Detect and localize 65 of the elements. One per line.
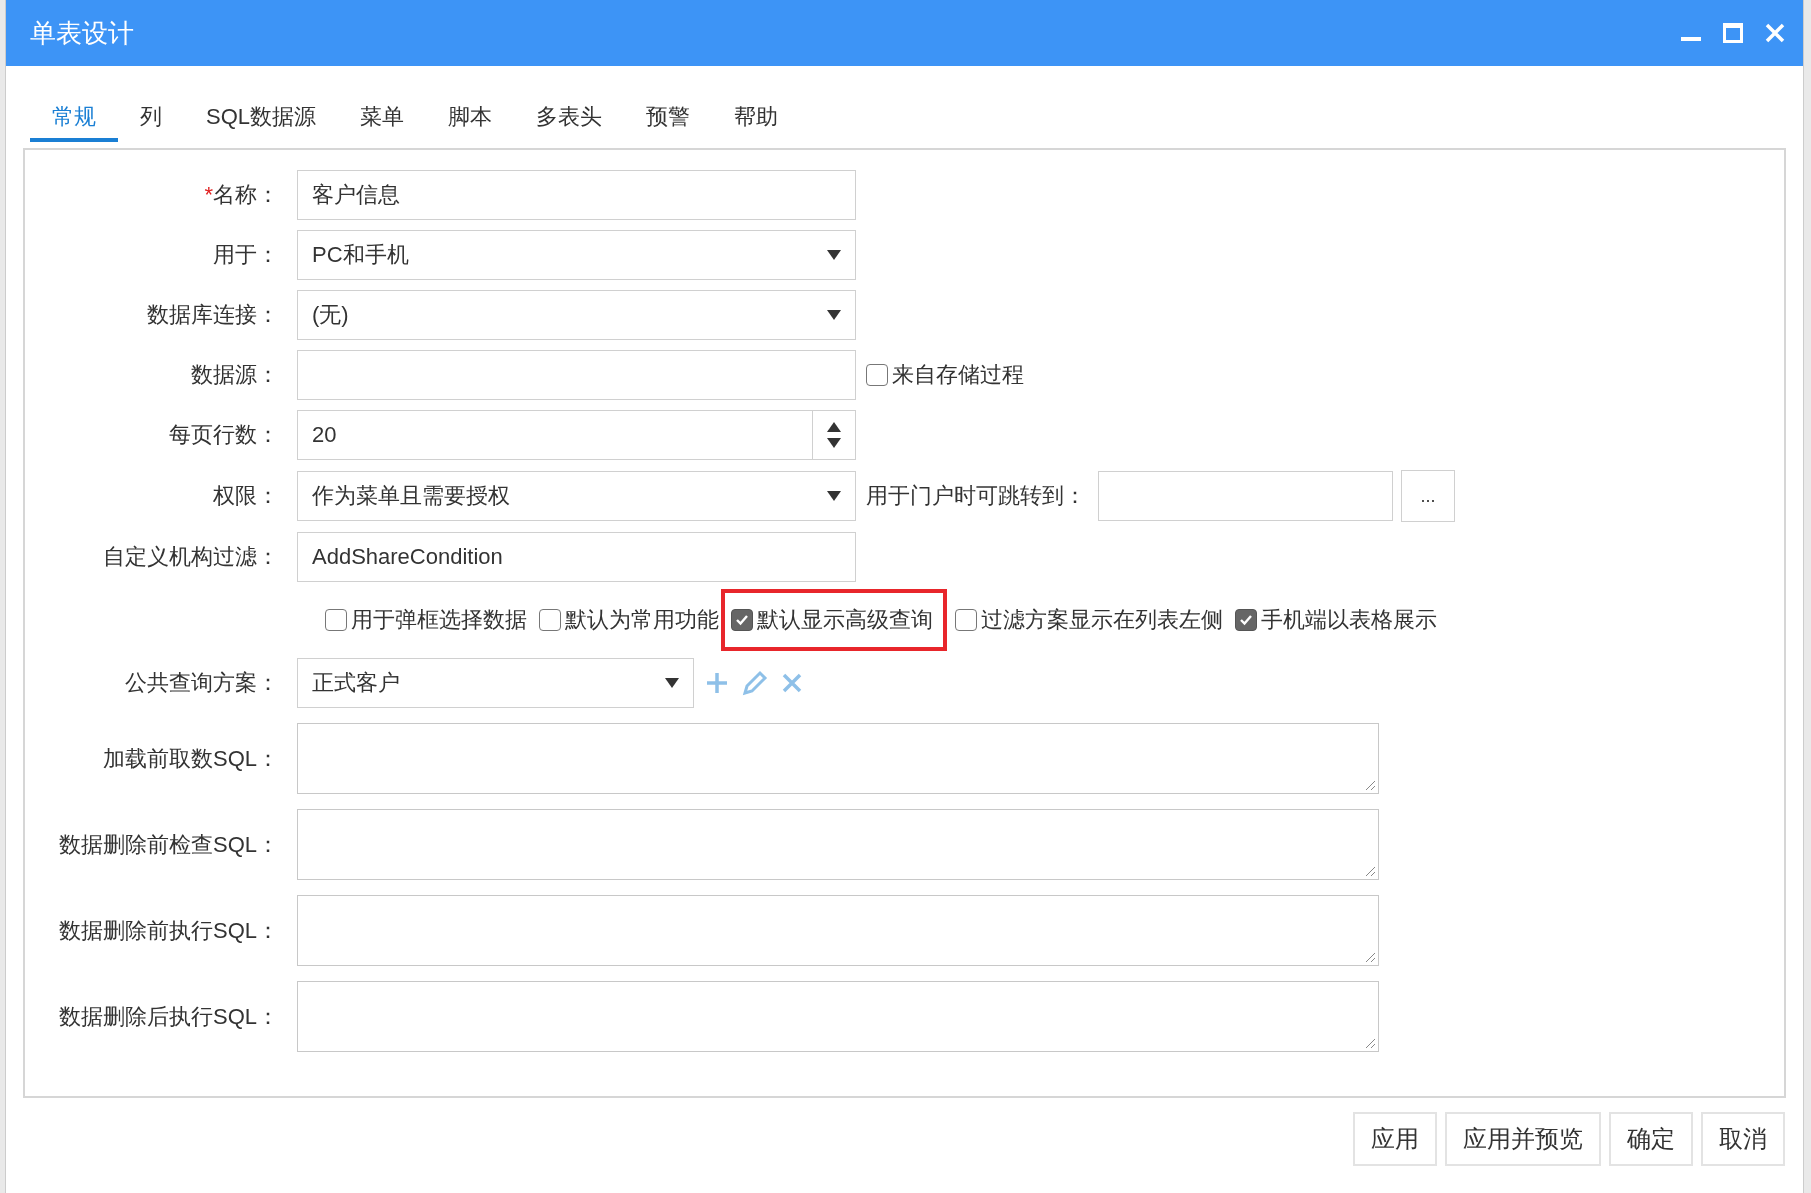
field-label: 每页行数： [168, 421, 280, 449]
dropdown-caret-icon [827, 491, 841, 501]
tab[interactable]: 列 [118, 96, 184, 142]
dialog-button[interactable]: 确定 [1609, 1112, 1693, 1166]
increment-icon[interactable] [827, 422, 841, 432]
select-field[interactable]: 正式客户 [297, 658, 694, 708]
close-icon[interactable] [1765, 23, 1785, 43]
delete-icon[interactable] [782, 673, 802, 693]
field-label: 数据删除前检查SQL： [57, 830, 280, 859]
field-label: 用于门户时可跳转到： [866, 482, 1086, 510]
check-mark-icon [1239, 613, 1253, 627]
checkbox-label: 过滤方案显示在列表左侧 [981, 606, 1223, 634]
number-field[interactable]: 20 [297, 410, 856, 460]
field-label: 数据删除后执行SQL： [57, 1002, 280, 1031]
resize-grip-icon[interactable] [1364, 865, 1376, 877]
browse-button[interactable]: ... [1401, 470, 1455, 522]
dialog-button[interactable]: 取消 [1701, 1112, 1785, 1166]
dialog-button[interactable]: 应用并预览 [1445, 1112, 1601, 1166]
field-label: 公共查询方案： [124, 669, 280, 697]
input-field[interactable] [297, 350, 856, 400]
checkbox[interactable] [325, 609, 347, 631]
checkbox-label: 用于弹框选择数据 [351, 606, 527, 634]
checkbox-label: 默认为常用功能 [565, 606, 719, 634]
dialog-button[interactable]: 应用 [1353, 1112, 1437, 1166]
resize-grip-icon[interactable] [1364, 779, 1376, 791]
checkbox[interactable] [1235, 609, 1257, 631]
dropdown-caret-icon [827, 250, 841, 260]
resize-grip-icon[interactable] [1364, 1037, 1376, 1049]
input-field[interactable]: 客户信息 [297, 170, 856, 220]
tab[interactable]: 预警 [624, 96, 713, 142]
add-icon[interactable] [706, 672, 728, 694]
tab[interactable]: SQL数据源 [184, 96, 339, 142]
window-title: 单表设计 [30, 16, 135, 50]
field-label: 加载前取数SQL： [101, 744, 280, 773]
decrement-icon[interactable] [827, 438, 841, 448]
tab[interactable]: 常规 [30, 96, 118, 142]
dropdown-caret-icon [827, 310, 841, 320]
tab[interactable]: 脚本 [426, 96, 515, 142]
maximize-icon[interactable] [1723, 23, 1743, 43]
select-field[interactable]: PC和手机 [297, 230, 856, 280]
input-field[interactable] [1098, 471, 1393, 521]
checkbox[interactable] [539, 609, 561, 631]
field-label: 数据删除前执行SQL： [57, 916, 280, 945]
tab[interactable]: 菜单 [338, 96, 427, 142]
field-label: 自定义机构过滤： [102, 543, 280, 571]
field-label: 用于： [212, 241, 280, 269]
select-field[interactable]: (无) [297, 290, 856, 340]
field-label: 数据源： [190, 361, 280, 389]
resize-grip-icon[interactable] [1364, 951, 1376, 963]
tab[interactable]: 帮助 [712, 96, 801, 142]
tab[interactable]: 多表头 [514, 96, 625, 142]
checkbox-label: 来自存储过程 [892, 361, 1024, 389]
field-label: *名称： [203, 181, 280, 209]
field-label: 权限： [212, 482, 280, 510]
checkbox-label: 默认显示高级查询 [757, 606, 933, 634]
checkbox[interactable] [866, 364, 888, 386]
checkbox-label: 手机端以表格展示 [1261, 606, 1437, 634]
select-field[interactable]: 作为菜单且需要授权 [297, 471, 856, 521]
checkbox[interactable] [955, 609, 977, 631]
pencil-icon[interactable] [742, 670, 768, 696]
dropdown-caret-icon [665, 678, 679, 688]
field-label: 数据库连接： [146, 301, 280, 329]
input-field[interactable]: AddShareCondition [297, 532, 856, 582]
check-mark-icon [735, 613, 749, 627]
checkbox[interactable] [731, 609, 753, 631]
